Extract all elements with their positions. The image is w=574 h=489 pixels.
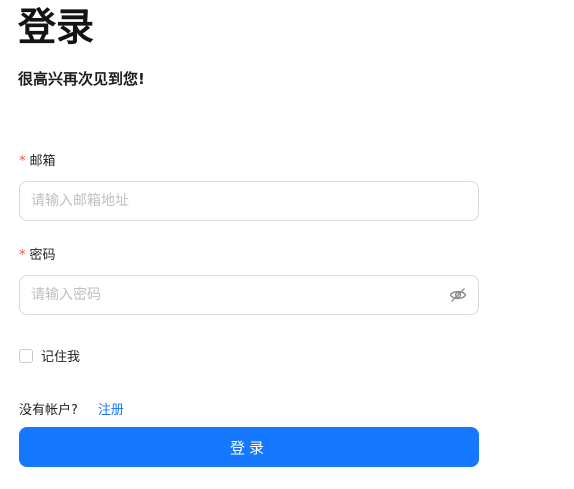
- eye-invisible-icon[interactable]: [449, 287, 467, 303]
- password-label-text: 密码: [29, 248, 56, 263]
- login-button[interactable]: 登录: [19, 427, 479, 467]
- required-mark: *: [19, 248, 26, 263]
- email-field[interactable]: [19, 181, 479, 221]
- remember-me[interactable]: 记住我: [19, 346, 80, 365]
- page-title: 登录: [18, 5, 95, 49]
- password-field[interactable]: [19, 275, 479, 315]
- login-page: 登录 很高兴再次见到您! *邮箱 *密码 记住我 没有帐户?注册 登录: [0, 0, 574, 489]
- email-label: * 邮箱: [19, 153, 56, 171]
- password-input[interactable]: [31, 276, 431, 314]
- email-label-text: 邮箱: [29, 154, 56, 169]
- register-link[interactable]: 注册: [98, 403, 124, 418]
- password-label: * 密码: [19, 247, 56, 265]
- register-prompt: 没有帐户?: [19, 403, 78, 418]
- required-mark: *: [19, 154, 26, 169]
- remember-label: 记住我: [41, 350, 81, 365]
- page-subtitle: 很高兴再次见到您!: [18, 70, 145, 88]
- register-row: 没有帐户? 注册: [19, 402, 124, 420]
- remember-checkbox[interactable]: [19, 348, 33, 363]
- email-input[interactable]: [31, 182, 431, 220]
